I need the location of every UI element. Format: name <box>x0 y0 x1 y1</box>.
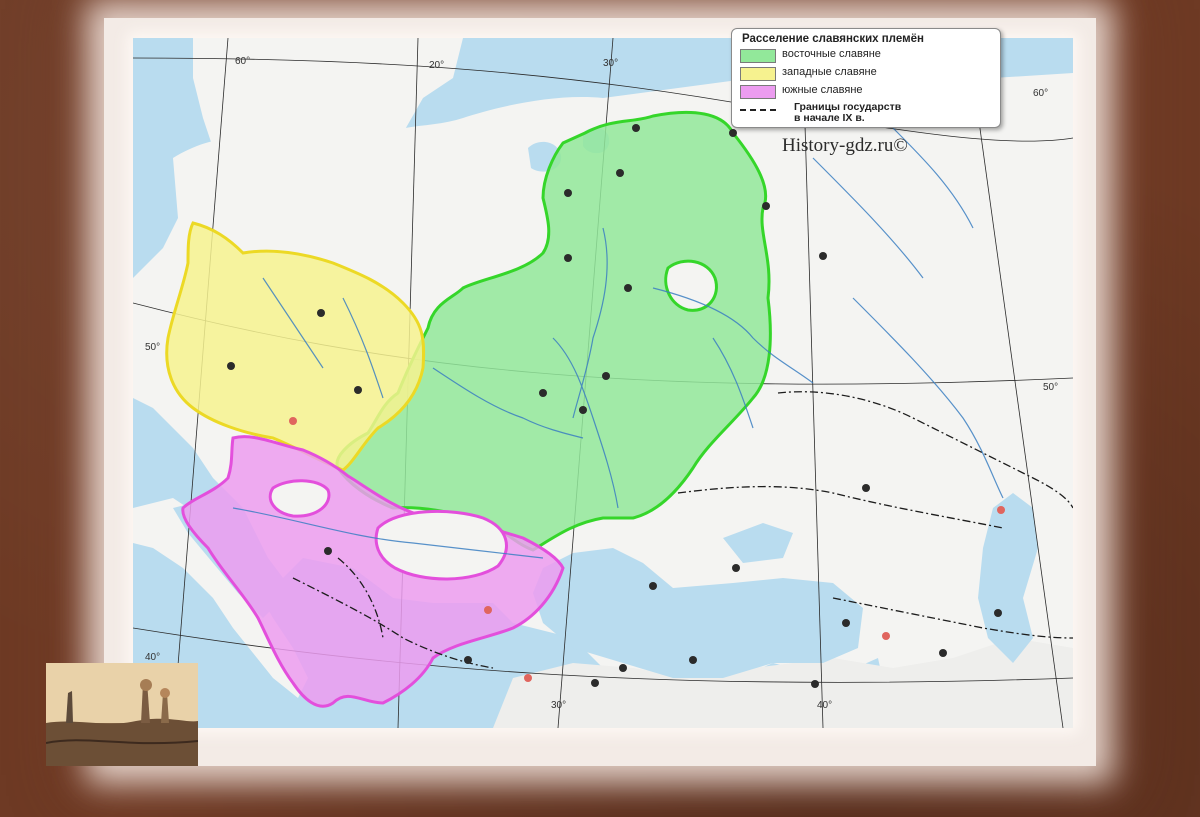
city-marker <box>762 202 770 210</box>
legend-border-label: Границы государств в начале IX в. <box>794 102 901 124</box>
city-marker <box>539 389 547 397</box>
city-marker <box>624 284 632 292</box>
legend-title: Расселение славянских племён <box>742 33 924 45</box>
region-south-slavs-gap-1 <box>268 479 331 518</box>
svg-text:60°: 60° <box>1033 88 1048 99</box>
svg-text:50°: 50° <box>145 342 160 353</box>
legend-swatch-west <box>740 67 776 81</box>
city-marker <box>994 609 1002 617</box>
legend-swatch-east <box>740 49 776 63</box>
city-marker <box>939 649 947 657</box>
city-marker-red <box>997 506 1005 514</box>
legend-border-label-line2: в начале IX в. <box>794 112 865 124</box>
svg-text:60°: 60° <box>235 56 250 67</box>
city-marker <box>689 656 697 664</box>
city-marker-red <box>882 632 890 640</box>
legend-swatch-south <box>740 85 776 99</box>
map-legend: Расселение славянских племён восточные с… <box>731 28 1001 128</box>
svg-text:40°: 40° <box>145 652 160 663</box>
city-marker <box>811 680 819 688</box>
watermark-text: History-gdz.ru© <box>782 135 908 156</box>
legend-label-east: восточные славяне <box>782 48 881 60</box>
legend-border-line <box>740 109 776 111</box>
city-marker <box>227 362 235 370</box>
city-marker <box>579 406 587 414</box>
city-marker <box>591 679 599 687</box>
city-marker <box>842 619 850 627</box>
region-east-slavs-gap <box>664 259 718 312</box>
city-marker <box>819 252 827 260</box>
corner-thumbnail-image <box>46 663 198 766</box>
city-marker <box>632 124 640 132</box>
svg-text:20°: 20° <box>429 60 444 71</box>
city-marker <box>464 656 472 664</box>
legend-label-west: западные славяне <box>782 66 877 78</box>
city-marker <box>732 564 740 572</box>
legend-label-south: южные славяне <box>782 84 863 96</box>
city-marker <box>602 372 610 380</box>
city-marker <box>729 129 737 137</box>
svg-text:30°: 30° <box>603 58 618 69</box>
city-marker <box>862 484 870 492</box>
map: 60° 20° 30° 60° 50° 50° 40° 30° 40° <box>133 38 1073 728</box>
legend-item-borders: Границы государств в начале IX в. <box>740 102 990 125</box>
svg-text:30°: 30° <box>551 700 566 711</box>
city-marker <box>619 664 627 672</box>
city-marker <box>616 169 624 177</box>
svg-text:50°: 50° <box>1043 382 1058 393</box>
city-marker <box>354 386 362 394</box>
city-marker-red <box>524 674 532 682</box>
city-marker <box>564 189 572 197</box>
city-marker <box>324 547 332 555</box>
svg-text:40°: 40° <box>817 700 832 711</box>
city-marker-red <box>484 606 492 614</box>
city-marker <box>317 309 325 317</box>
city-marker <box>649 582 657 590</box>
region-south-slavs-gap-2 <box>374 510 508 581</box>
city-marker <box>564 254 572 262</box>
city-marker-red <box>289 417 297 425</box>
